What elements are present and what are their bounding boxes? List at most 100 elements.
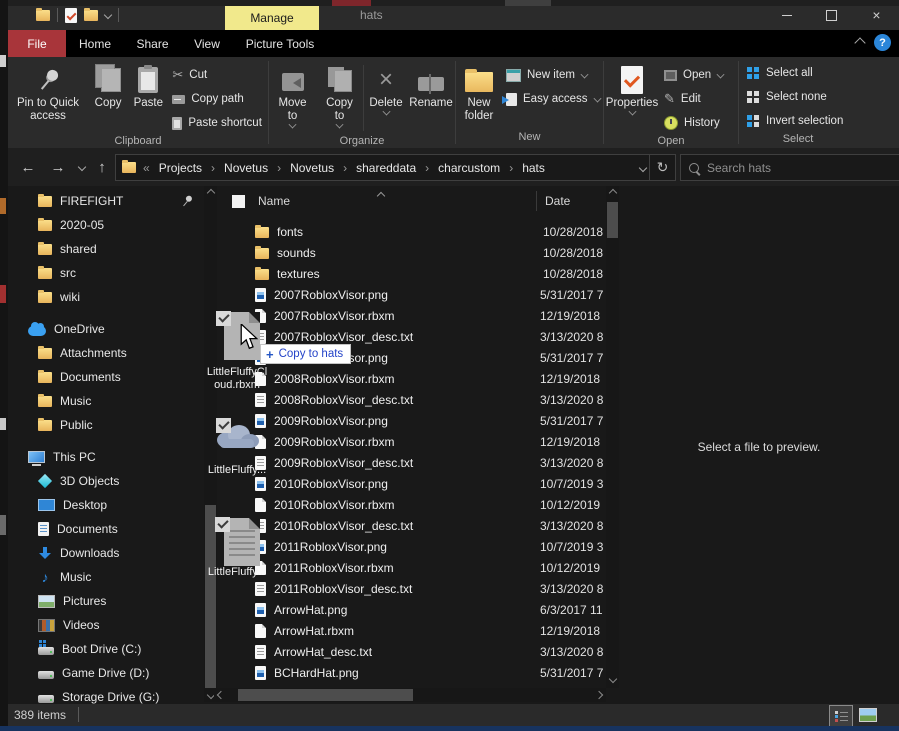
scroll-up-icon[interactable] [606, 186, 619, 200]
scroll-up-icon[interactable] [204, 186, 217, 200]
table-row[interactable]: 2007RobloxVisor.rbxm12/19/2018 [218, 305, 606, 326]
breadcrumb-segment-hats[interactable]: hats [520, 161, 547, 175]
copy-path-button[interactable]: Copy path [168, 87, 268, 111]
sidebar-item-desktop[interactable]: Desktop [8, 493, 204, 517]
table-row[interactable]: 2008RobloxVisor.rbxm12/19/2018 [218, 368, 606, 389]
table-row[interactable]: 2011RobloxVisor.rbxm10/12/2019 [218, 557, 606, 578]
filelist-scrollbar[interactable] [606, 186, 619, 688]
table-row[interactable]: ArrowHat.rbxm12/19/2018 [218, 620, 606, 641]
table-row[interactable]: ArrowHat.png6/3/2017 11 [218, 599, 606, 620]
qat-dropdown-icon[interactable] [104, 11, 112, 19]
sidebar-item-music[interactable]: ♪Music [8, 565, 204, 589]
refresh-button[interactable]: ↻ [649, 154, 676, 181]
sidebar-item-documents[interactable]: Documents [8, 365, 204, 389]
folder-icon[interactable] [84, 10, 98, 21]
breadcrumb-overflow-icon[interactable]: « [143, 161, 150, 175]
new-item-button[interactable]: New item [502, 63, 602, 87]
sidebar-item-this-pc[interactable]: This PC [8, 445, 204, 469]
rename-button[interactable]: Rename [408, 61, 454, 110]
sidebar-item-documents[interactable]: Documents [8, 517, 204, 541]
ribbon-tab-view[interactable]: View [181, 30, 233, 57]
column-header-date[interactable]: Date [545, 194, 570, 208]
table-row[interactable]: fonts10/28/2018 [218, 221, 606, 242]
table-row[interactable]: 2010RobloxVisor_desc.txt3/13/2020 8 [218, 515, 606, 536]
scrollbar-thumb[interactable] [205, 505, 216, 688]
new-folder-button[interactable]: New folder [456, 61, 502, 123]
select-none-button[interactable]: Select none [743, 85, 827, 109]
ribbon-tab-picture-tools[interactable]: Picture Tools [233, 30, 327, 57]
sidebar-item-firefight[interactable]: FIREFIGHT [8, 189, 204, 213]
table-row[interactable]: 2011RobloxVisor.png10/7/2019 3 [218, 536, 606, 557]
search-input[interactable]: Search hats [680, 154, 899, 181]
table-row[interactable]: 2008RobloxVisor_desc.txt3/13/2020 8 [218, 389, 606, 410]
sidebar-item-src[interactable]: src [8, 261, 204, 285]
table-row[interactable]: 2010RobloxVisor.png10/7/2019 3 [218, 473, 606, 494]
scroll-down-icon[interactable] [606, 672, 619, 686]
table-row[interactable]: 2011RobloxVisor_desc.txt3/13/2020 8 [218, 578, 606, 599]
invert-selection-button[interactable]: Invert selection [743, 109, 843, 133]
ribbon-tab-manage[interactable]: Manage [225, 6, 319, 30]
sidebar-item-music[interactable]: Music [8, 389, 204, 413]
sidebar-item-shared[interactable]: shared [8, 237, 204, 261]
table-row[interactable]: 2009RobloxVisor.rbxm12/19/2018 [218, 431, 606, 452]
properties-check-icon[interactable] [65, 8, 77, 23]
table-row[interactable]: 2009RobloxVisor_desc.txt3/13/2020 8 [218, 452, 606, 473]
breadcrumb-segment-projects[interactable]: Projects [157, 161, 204, 175]
cut-button[interactable]: ✂ Cut [168, 63, 268, 87]
scrollbar-thumb[interactable] [238, 689, 413, 701]
folder-icon[interactable] [36, 10, 50, 21]
forward-icon[interactable]: → [46, 148, 70, 186]
ribbon-tab-share[interactable]: Share [124, 30, 181, 57]
sidebar-item-downloads[interactable]: Downloads [8, 541, 204, 565]
sidebar-item-2020-05[interactable]: 2020-05 [8, 213, 204, 237]
column-header-name[interactable]: Name [258, 194, 290, 208]
breadcrumb-segment-novetus[interactable]: Novetus [222, 161, 270, 175]
horizontal-scrollbar[interactable] [214, 688, 606, 702]
sidebar-item-wiki[interactable]: wiki [8, 285, 204, 309]
edit-button[interactable]: ✎ Edit [660, 87, 736, 111]
paste-button[interactable]: Paste [128, 61, 168, 110]
paste-shortcut-button[interactable]: Paste shortcut [168, 111, 268, 135]
table-row[interactable]: 2010RobloxVisor.rbxm10/12/2019 [218, 494, 606, 515]
sidebar-item-videos[interactable]: Videos [8, 613, 204, 637]
select-all-checkbox[interactable] [232, 195, 245, 208]
move-to-button[interactable]: Move to [269, 61, 316, 128]
ribbon-tab-file[interactable]: File [8, 30, 66, 57]
details-view-button[interactable] [829, 705, 853, 727]
copy-to-button[interactable]: Copy to [316, 61, 363, 128]
scroll-left-icon[interactable] [214, 688, 228, 702]
sidebar-item-game-drive-d[interactable]: Game Drive (D:) [8, 661, 204, 685]
select-all-button[interactable]: Select all [743, 61, 813, 85]
collapse-ribbon-icon[interactable] [854, 37, 865, 48]
easy-access-button[interactable]: Easy access [502, 87, 602, 111]
sidebar-item-onedrive[interactable]: OneDrive [8, 317, 204, 341]
copy-button[interactable]: Copy [88, 61, 128, 110]
help-icon[interactable]: ? [874, 34, 891, 51]
up-icon[interactable]: ↑ [90, 148, 114, 186]
history-button[interactable]: History [660, 111, 736, 135]
open-button[interactable]: Open [660, 63, 736, 87]
sidebar-item-boot-drive-c[interactable]: Boot Drive (C:) [8, 637, 204, 661]
scrollbar-thumb[interactable] [607, 202, 618, 238]
ribbon-tab-home[interactable]: Home [66, 30, 124, 57]
pin-to-quick-access-button[interactable]: Pin to Quick access [8, 61, 88, 123]
sidebar-item-public[interactable]: Public [8, 413, 204, 437]
breadcrumb-segment-charcustom[interactable]: charcustom [436, 161, 502, 175]
table-row[interactable]: BCHardHat.png5/31/2017 7 [218, 662, 606, 683]
sidebar-item-attachments[interactable]: Attachments [8, 341, 204, 365]
sidebar-item-3d-objects[interactable]: 3D Objects [8, 469, 204, 493]
table-row[interactable]: 2007RobloxVisor.png5/31/2017 7 [218, 284, 606, 305]
breadcrumb-segment-novetus[interactable]: Novetus [288, 161, 336, 175]
table-row[interactable]: 2009RobloxVisor.png5/31/2017 7 [218, 410, 606, 431]
delete-button[interactable]: × Delete [364, 61, 408, 115]
sidebar-item-pictures[interactable]: Pictures [8, 589, 204, 613]
breadcrumb-segment-shareddata[interactable]: shareddata [354, 161, 418, 175]
breadcrumb[interactable]: « Projects›Novetus›Novetus›shareddata›ch… [115, 154, 659, 181]
back-icon[interactable]: ← [16, 148, 40, 186]
properties-button[interactable]: Properties [604, 61, 660, 115]
column-separator[interactable] [536, 191, 537, 211]
table-row[interactable]: sounds10/28/2018 [218, 242, 606, 263]
scroll-right-icon[interactable] [592, 688, 606, 702]
large-icons-view-button[interactable] [857, 705, 879, 725]
table-row[interactable]: ArrowHat_desc.txt3/13/2020 8 [218, 641, 606, 662]
